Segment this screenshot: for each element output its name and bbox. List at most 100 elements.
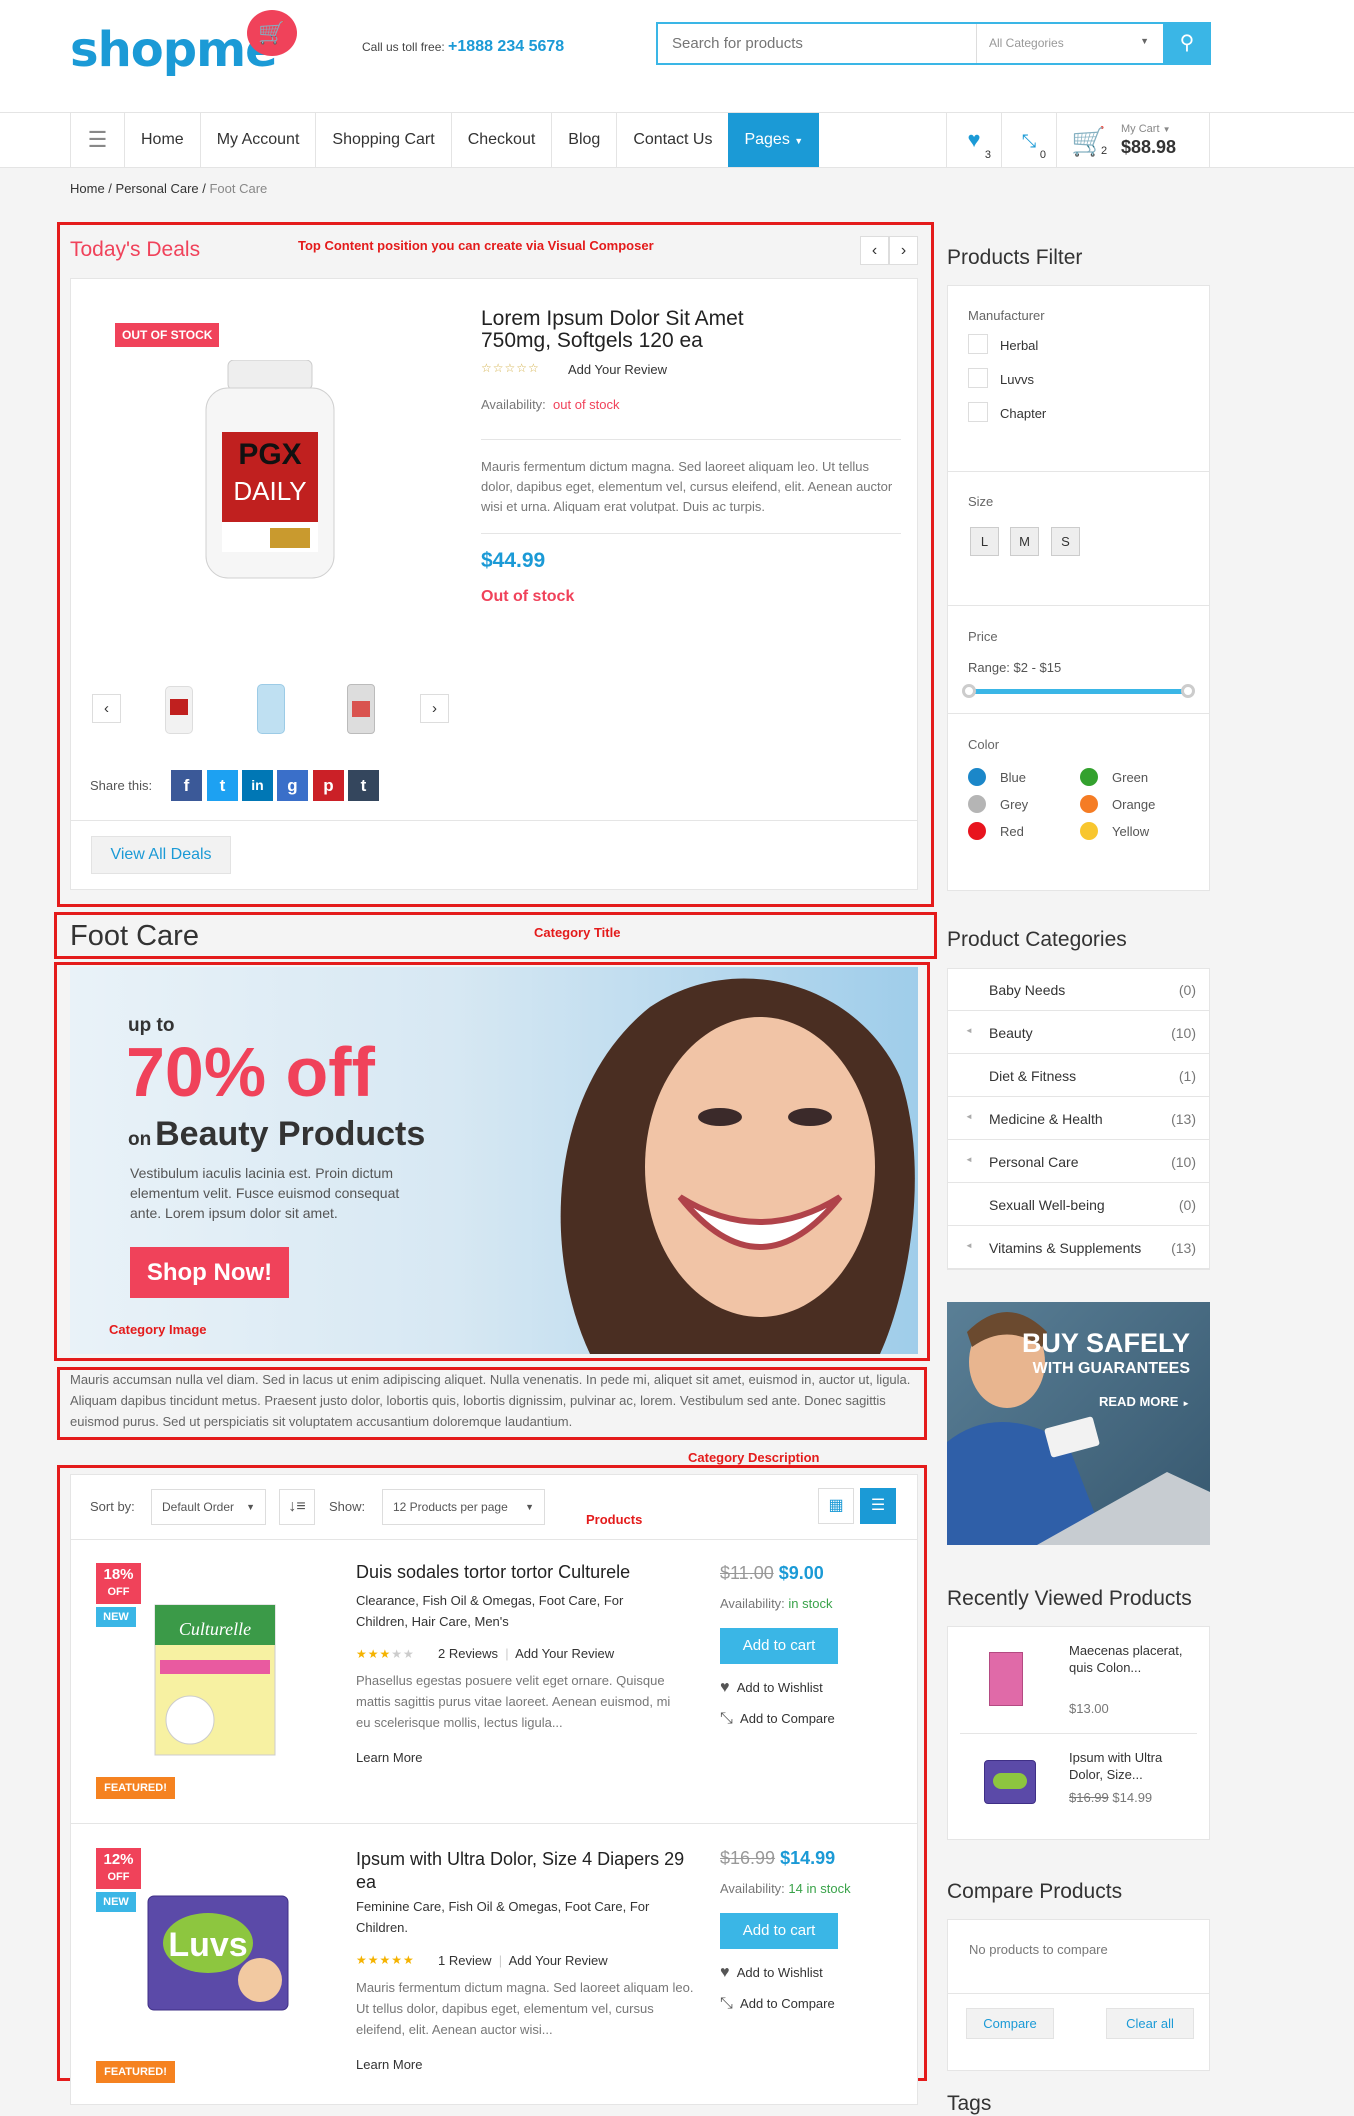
category-item[interactable]: ◄ Medicine & Health (13)	[947, 1097, 1210, 1140]
recent-product-image[interactable]	[989, 1652, 1023, 1706]
google-plus-icon[interactable]: g	[277, 770, 308, 801]
category-name[interactable]: Vitamins & Supplements	[989, 1240, 1141, 1256]
product-reviews[interactable]: 1 Review | Add Your Review	[438, 1953, 608, 1968]
add-to-wishlist-link[interactable]: ♥ Add to Wishlist	[720, 1964, 823, 1982]
promo-banner[interactable]: BUY SAFELY WITH GUARANTEES READ MORE ►	[947, 1302, 1210, 1545]
expand-arrow-icon[interactable]: ◄	[965, 1112, 973, 1121]
mini-cart[interactable]: 🛒 2 My Cart ▼ $88.98	[1056, 113, 1210, 167]
deal-add-review-link[interactable]: Add Your Review	[568, 362, 667, 377]
category-item[interactable]: ◄ Beauty (10)	[947, 1011, 1210, 1054]
category-banner[interactable]: up to 70% off on Beauty Products Vestibu…	[70, 967, 918, 1354]
sort-select[interactable]: Default Order ▼	[151, 1489, 266, 1525]
checkbox-chapter[interactable]	[968, 402, 988, 422]
clear-all-button[interactable]: Clear all	[1106, 2008, 1194, 2039]
checkbox-herbal[interactable]	[968, 334, 988, 354]
expand-arrow-icon[interactable]: ◄	[965, 1026, 973, 1035]
deals-prev-button[interactable]: ‹	[860, 236, 889, 265]
sort-direction-icon[interactable]: ↓≡	[279, 1489, 315, 1525]
learn-more-link[interactable]: Learn More	[356, 2057, 422, 2072]
product-image-luvs[interactable]: Luvs	[138, 1888, 298, 2018]
color-label-grey[interactable]: Grey	[1000, 797, 1028, 812]
category-item[interactable]: ◄ Vitamins & Supplements (13)	[947, 1226, 1210, 1269]
color-swatch-grey[interactable]	[968, 795, 986, 813]
category-item[interactable]: Diet & Fitness (1)	[947, 1054, 1210, 1097]
size-m-button[interactable]: M	[1010, 527, 1039, 556]
nav-contact-us[interactable]: Contact Us	[616, 113, 728, 167]
color-label-red[interactable]: Red	[1000, 824, 1024, 839]
size-s-button[interactable]: S	[1051, 527, 1080, 556]
product-title[interactable]: Duis sodales tortor tortor Culturele	[356, 1561, 656, 1584]
phone-number[interactable]: +1888 234 5678	[448, 38, 564, 55]
category-item[interactable]: Baby Needs (0)	[947, 968, 1210, 1011]
search-category-select[interactable]: All Categories ▼	[976, 24, 1159, 63]
add-to-compare-link[interactable]: ⤡ Add to Compare	[720, 1710, 835, 1728]
list-view-icon[interactable]: ☰	[860, 1488, 896, 1524]
hamburger-menu-icon[interactable]: ☰	[70, 113, 124, 167]
product-image-culturelle[interactable]: Culturelle	[150, 1600, 280, 1760]
product-reviews[interactable]: 2 Reviews | Add Your Review	[438, 1646, 614, 1661]
expand-arrow-icon[interactable]: ◄	[965, 1241, 973, 1250]
category-name[interactable]: Baby Needs	[989, 982, 1065, 998]
wishlist-button[interactable]: ♥ 3	[946, 113, 1001, 167]
learn-more-link[interactable]: Learn More	[356, 1750, 422, 1765]
color-label-orange[interactable]: Orange	[1112, 797, 1155, 812]
category-item[interactable]: ◄ Personal Care (10)	[947, 1140, 1210, 1183]
search-input[interactable]	[658, 24, 976, 63]
compare-button[interactable]: Compare	[966, 2008, 1054, 2039]
thumbnail-3[interactable]	[347, 684, 375, 734]
price-slider-track[interactable]	[970, 689, 1188, 694]
thumbnail-1[interactable]	[165, 686, 193, 734]
nav-blog[interactable]: Blog	[551, 113, 616, 167]
product-title[interactable]: Ipsum with Ultra Dolor, Size 4 Diapers 2…	[356, 1848, 701, 1894]
category-name[interactable]: Personal Care	[989, 1154, 1079, 1170]
pinterest-icon[interactable]: p	[313, 770, 344, 801]
twitter-icon[interactable]: t	[207, 770, 238, 801]
deal-product-name[interactable]: Lorem Ipsum Dolor Sit Amet 750mg, Softge…	[481, 308, 811, 352]
nav-pages[interactable]: Pages ▼	[728, 113, 820, 167]
tumblr-icon[interactable]: t	[348, 770, 379, 801]
category-name[interactable]: Sexuall Well-being	[989, 1197, 1105, 1213]
nav-home[interactable]: Home	[124, 113, 200, 167]
logo[interactable]: shopme	[70, 22, 278, 78]
recent-product-name[interactable]: Ipsum with Ultra Dolor, Size...	[1069, 1749, 1189, 1783]
manufacturer-luvvs[interactable]: Luvvs	[1000, 372, 1034, 387]
size-l-button[interactable]: L	[970, 527, 999, 556]
product-categories[interactable]: Feminine Care, Fish Oil & Omegas, Foot C…	[356, 1896, 656, 1938]
add-to-cart-button[interactable]: Add to cart	[720, 1628, 838, 1664]
nav-checkout[interactable]: Checkout	[450, 113, 552, 167]
color-swatch-green[interactable]	[1080, 768, 1098, 786]
add-to-wishlist-link[interactable]: ♥ Add to Wishlist	[720, 1679, 823, 1697]
price-slider-min-handle[interactable]	[962, 684, 976, 698]
product-categories[interactable]: Clearance, Fish Oil & Omegas, Foot Care,…	[356, 1590, 656, 1632]
price-slider-max-handle[interactable]	[1181, 684, 1195, 698]
deal-product-image[interactable]: PGX DAILY	[200, 360, 340, 585]
category-name[interactable]: Beauty	[989, 1025, 1033, 1041]
compare-button[interactable]: ⤡ 0	[1001, 113, 1056, 167]
recent-product-name[interactable]: Maecenas placerat, quis Colon...	[1069, 1642, 1189, 1676]
add-to-compare-link[interactable]: ⤡ Add to Compare	[720, 1995, 835, 2013]
thumbs-prev-button[interactable]: ‹	[92, 694, 121, 723]
color-swatch-blue[interactable]	[968, 768, 986, 786]
color-swatch-red[interactable]	[968, 822, 986, 840]
color-label-green[interactable]: Green	[1112, 770, 1148, 785]
category-name[interactable]: Medicine & Health	[989, 1111, 1103, 1127]
thumbs-next-button[interactable]: ›	[420, 694, 449, 723]
category-name[interactable]: Diet & Fitness	[989, 1068, 1076, 1084]
search-button[interactable]: ⚲	[1163, 22, 1211, 65]
shop-now-button[interactable]: Shop Now!	[130, 1247, 289, 1298]
color-swatch-orange[interactable]	[1080, 795, 1098, 813]
manufacturer-herbal[interactable]: Herbal	[1000, 338, 1038, 353]
facebook-icon[interactable]: f	[171, 770, 202, 801]
color-label-yellow[interactable]: Yellow	[1112, 824, 1149, 839]
expand-arrow-icon[interactable]: ◄	[965, 1155, 973, 1164]
checkbox-luvvs[interactable]	[968, 368, 988, 388]
nav-shopping-cart[interactable]: Shopping Cart	[315, 113, 450, 167]
per-page-select[interactable]: 12 Products per page ▼	[382, 1489, 545, 1525]
recent-product-image[interactable]	[984, 1760, 1036, 1804]
view-all-deals-button[interactable]: View All Deals	[91, 836, 231, 874]
grid-view-icon[interactable]: ▦	[818, 1488, 854, 1524]
deals-next-button[interactable]: ›	[889, 236, 918, 265]
color-swatch-yellow[interactable]	[1080, 822, 1098, 840]
color-label-blue[interactable]: Blue	[1000, 770, 1026, 785]
linkedin-icon[interactable]: in	[242, 770, 273, 801]
